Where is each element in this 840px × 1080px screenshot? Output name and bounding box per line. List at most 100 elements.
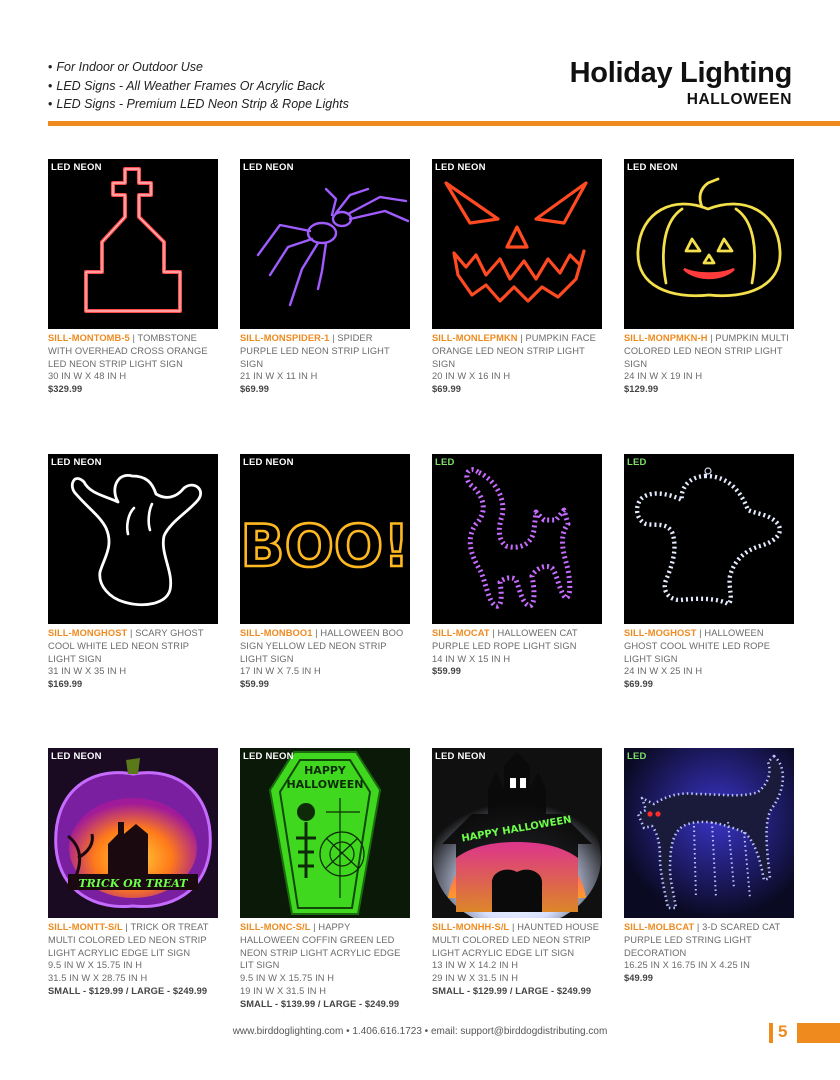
product-tag: LED NEON (243, 457, 294, 468)
trick-or-treat-pumpkin-icon: TRICK OR TREAT (54, 758, 212, 909)
product-description: SILL-MOLBCAT | 3-D SCARED CAT PURPLE LED… (624, 921, 794, 985)
feature-bullet: For Indoor or Outdoor Use (48, 58, 349, 77)
product-image[interactable]: LED NEON BOO! (240, 454, 410, 624)
product-image[interactable]: LED NEON HAPPY HALLOWEEN (240, 748, 410, 918)
product-price: SMALL - $139.99 / LARGE - $249.99 (240, 998, 400, 1009)
product-sku: SILL-MONSPIDER-1 (240, 333, 330, 343)
product-tag: LED (627, 457, 647, 468)
product-dimensions: 30 IN W X 48 IN H (48, 371, 127, 382)
product-image[interactable]: LED (624, 454, 794, 624)
product-tag: LED NEON (243, 751, 294, 762)
feature-bullets: For Indoor or Outdoor Use LED Signs - Al… (48, 58, 349, 114)
page-subtitle: HALLOWEEN (686, 91, 792, 108)
product-description: SILL-MONPMKN-H | PUMPKIN MULTI COLORED L… (624, 332, 794, 396)
product-price: $59.99 (432, 666, 462, 677)
page-number-block: 5 (769, 1022, 840, 1043)
product-tag: LED (627, 751, 647, 762)
product-sku: SILL-MONC-S/L (240, 922, 311, 932)
feature-bullet: LED Signs - Premium LED Neon Strip & Rop… (48, 95, 349, 114)
product-tag: LED NEON (51, 457, 102, 468)
page-title: Holiday Lighting (569, 57, 793, 89)
product-card[interactable]: LED SILL-MOGHOST | HALLOWEEN GHOST COOL … (624, 454, 794, 691)
product-card[interactable]: LED NEON SILL-MONGHOST | SCARY GHOST COO… (48, 454, 218, 691)
product-description: SILL-MONTOMB-5 | TOMBSTONE WITH OVERHEAD… (48, 332, 218, 396)
page-number: 5 (778, 1022, 788, 1041)
product-card[interactable]: LED NEON SILL-MONLEPMKN | PUMPKIN FACE O… (432, 159, 602, 396)
product-description: SILL-MOCAT | HALLOWEEN CAT PURPLE LED RO… (432, 627, 602, 678)
product-image[interactable]: LED NEON (48, 454, 218, 624)
product-image[interactable]: LED NEON (48, 159, 218, 329)
product-image[interactable]: LED (624, 748, 794, 918)
product-dimensions: 13 IN W X 14.2 IN H (432, 960, 519, 971)
product-price: $59.99 (240, 679, 270, 690)
product-dimensions: 17 IN W X 7.5 IN H (240, 666, 321, 677)
coffin-icon: HAPPY HALLOWEEN (268, 751, 382, 915)
product-card[interactable]: LED NEON SILL-MONSPIDER-1 | SPIDER PURPL… (240, 159, 410, 396)
product-sku: SILL-MOGHOST (624, 628, 697, 638)
product-card[interactable]: LED NEON BOO! SILL-MONBOO1 | HALLOWEEN B… (240, 454, 410, 691)
product-dimensions: 29 IN W x 31.5 IN H (432, 973, 519, 984)
product-dimensions: 16.25 IN X 16.75 IN X 4.25 IN (624, 960, 750, 971)
product-price: $129.99 (624, 384, 659, 395)
product-description: SILL-MONTT-S/L | TRICK OR TREAT MULTI CO… (48, 921, 218, 998)
product-sku: SILL-MONTT-S/L (48, 922, 123, 932)
coffin-sign-text: HALLOWEEN (286, 778, 363, 791)
product-price: SMALL - $129.99 / LARGE - $249.99 (432, 985, 592, 996)
product-card[interactable]: LED NEON SILL-MONPMKN-H | PUMPKIN MULTI … (624, 159, 794, 396)
product-dimensions: 19 IN W x 31.5 IN H (240, 985, 327, 996)
product-dimensions: 14 IN W X 15 IN H (432, 653, 511, 664)
footer-contact: www.birddoglighting.com • 1.406.616.1723… (232, 1026, 608, 1037)
product-price: $69.99 (432, 384, 462, 395)
product-sku: SILL-MOCAT (432, 628, 490, 638)
product-price: $169.99 (48, 679, 83, 690)
ghost-icon (634, 467, 782, 607)
product-description: SILL-MONLEPMKN | PUMPKIN FACE ORANGE LED… (432, 332, 602, 396)
product-image[interactable]: LED (432, 454, 602, 624)
product-card[interactable]: LED SILL-MOLBCAT | 3-D SCARED CAT PURPLE… (624, 748, 794, 985)
product-sku: SILL-MONGHOST (48, 628, 128, 638)
product-price: $329.99 (48, 384, 83, 395)
pumpkin-face-icon (444, 181, 588, 303)
product-description: SILL-MONSPIDER-1 | SPIDER PURPLE LED NEO… (240, 332, 410, 396)
product-card[interactable]: LED NEON HAPPY HALLOWEEN SILL-MONHH-S/L … (432, 748, 602, 998)
coffin-sign-text: HAPPY (304, 764, 347, 777)
product-tag: LED NEON (51, 751, 102, 762)
product-tag: LED NEON (51, 162, 102, 173)
product-image[interactable]: LED NEON TRICK OR TREAT (48, 748, 218, 918)
product-image[interactable]: LED NEON (432, 159, 602, 329)
product-tag: LED NEON (435, 162, 486, 173)
product-description: SILL-MONC-S/L | HAPPY HALLOWEEN COFFIN G… (240, 921, 410, 1011)
cat-icon (464, 467, 573, 609)
product-image[interactable]: LED NEON (624, 159, 794, 329)
product-card[interactable]: LED NEON TRICK OR TREAT SILL-MONTT-S/L |… (48, 748, 218, 998)
page-number-bar (797, 1023, 840, 1043)
product-card[interactable]: LED NEON SILL-MONTOMB-5 | TOMBSTONE WITH… (48, 159, 218, 396)
scary-ghost-icon (70, 474, 202, 607)
product-sku: SILL-MONTOMB-5 (48, 333, 130, 343)
product-price: $49.99 (624, 973, 654, 984)
product-description: SILL-MONHH-S/L | HAUNTED HOUSE MULTI COL… (432, 921, 602, 998)
product-description: SILL-MONBOO1 | HALLOWEEN BOO SIGN YELLOW… (240, 627, 410, 691)
boo-text-icon: BOO! (240, 511, 410, 582)
product-description: SILL-MONGHOST | SCARY GHOST COOL WHITE L… (48, 627, 218, 691)
product-description: SILL-MOGHOST | HALLOWEEN GHOST COOL WHIT… (624, 627, 794, 691)
product-sku: SILL-MONBOO1 (240, 628, 313, 638)
product-image[interactable]: LED NEON (240, 159, 410, 329)
title-block: Holiday Lighting HALLOWEEN (569, 56, 793, 110)
page-number-bar (769, 1023, 773, 1043)
product-sku: SILL-MONPMKN-H (624, 333, 708, 343)
product-sku: SILL-MOLBCAT (624, 922, 695, 932)
product-dimensions: 24 IN W X 25 IN H (624, 666, 703, 677)
product-tag: LED NEON (243, 162, 294, 173)
feature-bullet: LED Signs - All Weather Frames Or Acryli… (48, 77, 349, 96)
pumpkin-icon (636, 177, 782, 298)
product-dimensions: 9.5 IN W X 15.75 IN H (240, 973, 335, 984)
product-price: $69.99 (624, 679, 654, 690)
product-dimensions: 9.5 IN W X 15.75 IN H (48, 960, 143, 971)
product-sku: SILL-MONHH-S/L (432, 922, 510, 932)
product-card[interactable]: LED NEON HAPPY HALLOWEEN SILL-MONC-S/L |… (240, 748, 410, 1011)
product-dimensions: 21 IN W X 11 IN H (240, 371, 318, 382)
spider-icon (256, 187, 410, 307)
product-card[interactable]: LED SILL-MOCAT | HALLOWEEN CAT PURPLE LE… (432, 454, 602, 678)
product-image[interactable]: LED NEON HAPPY HALLOWEEN (432, 748, 602, 918)
